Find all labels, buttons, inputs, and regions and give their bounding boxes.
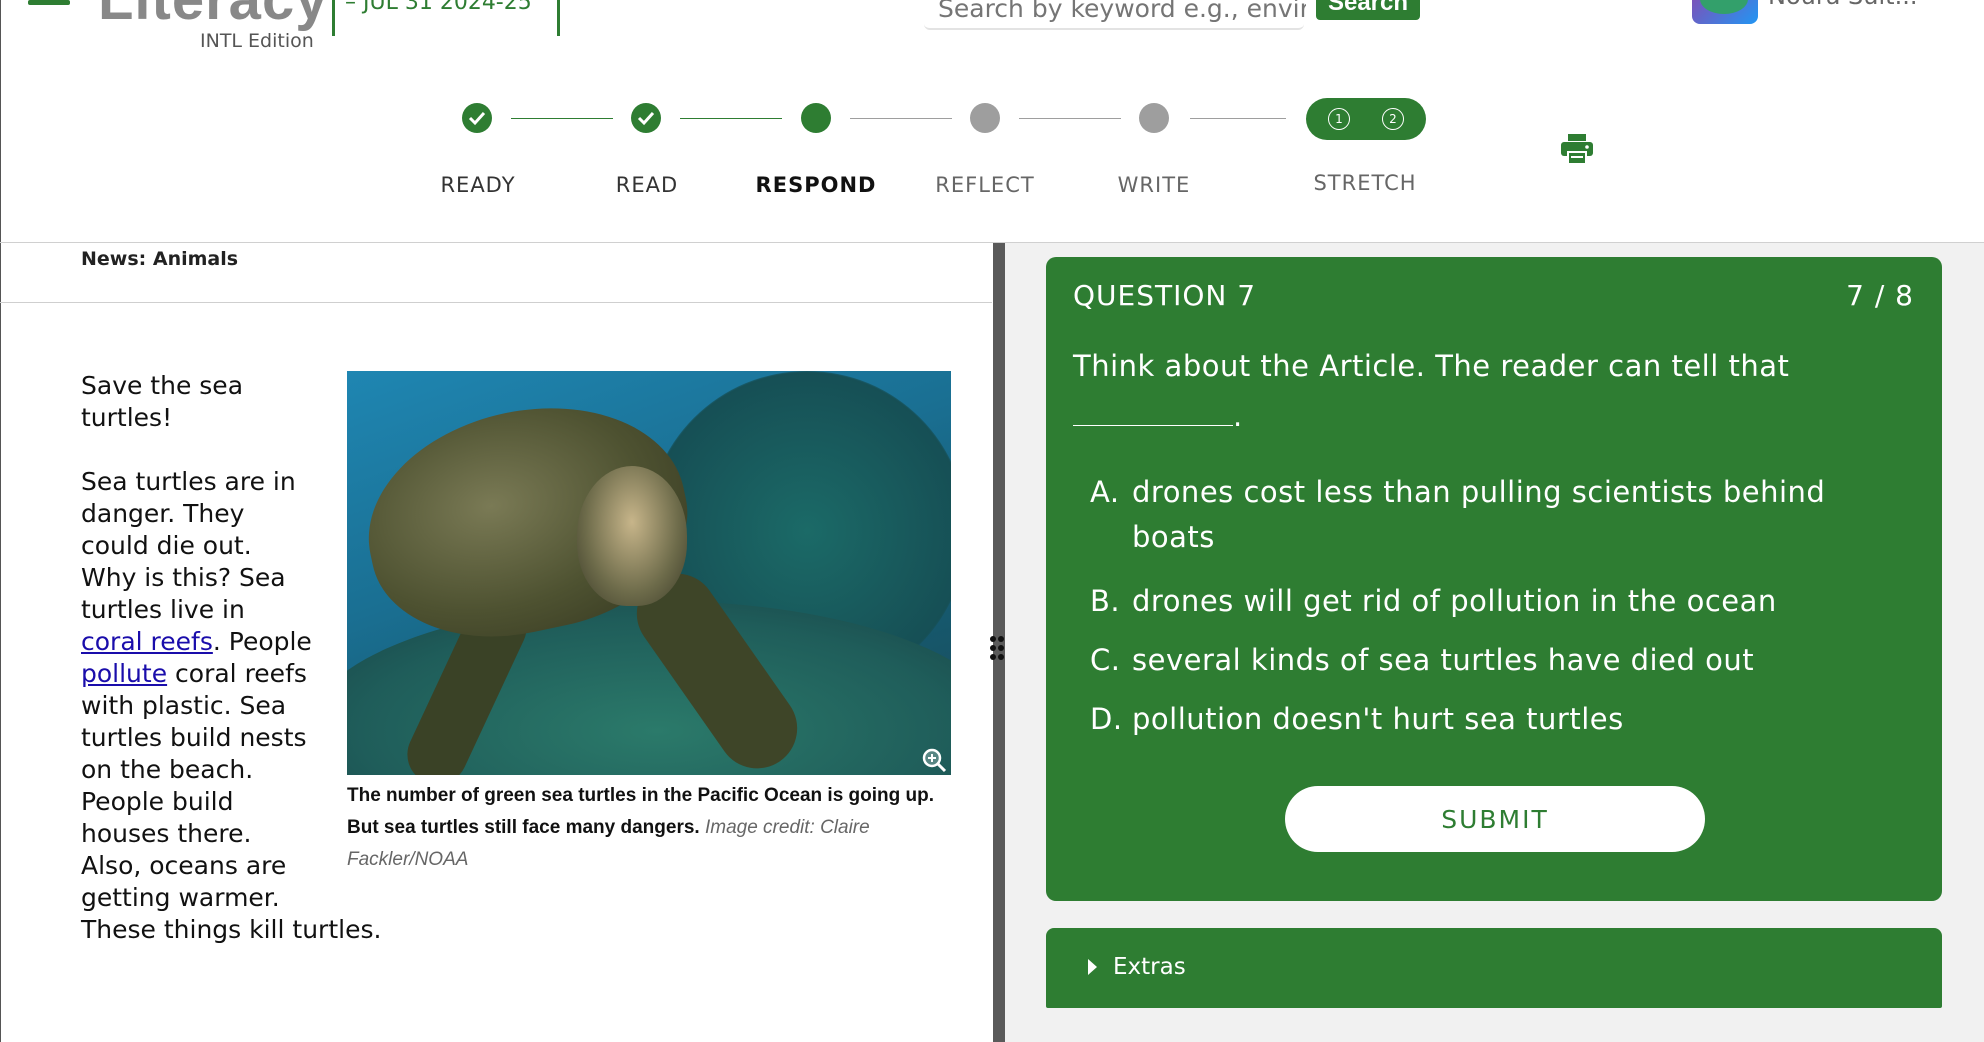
stretch-part-1[interactable]: 1 xyxy=(1328,108,1350,130)
search-button[interactable]: Search xyxy=(1316,0,1420,20)
article-photo-sea-turtle[interactable] xyxy=(347,371,951,775)
step-label-stretch[interactable]: STRETCH xyxy=(1313,171,1416,195)
answer-option-b[interactable]: B. drones will get rid of pollution in th… xyxy=(1090,579,1912,624)
article-line: danger. They xyxy=(81,499,245,528)
article-line: People build xyxy=(81,787,234,816)
stretch-part-2[interactable]: 2 xyxy=(1382,108,1404,130)
article-line: Sea turtles are in xyxy=(81,467,296,496)
answer-option-a[interactable]: A. drones cost less than pulling scientis… xyxy=(1090,470,1912,560)
logo[interactable]: Literacy xyxy=(98,0,328,33)
glossary-link-pollute[interactable]: pollute xyxy=(81,659,167,688)
option-letter: B. xyxy=(1090,584,1121,618)
article-line: Why is this? Sea xyxy=(81,563,286,592)
step-label-reflect[interactable]: REFLECT xyxy=(935,173,1034,197)
search-input[interactable] xyxy=(936,0,1308,24)
submit-button[interactable]: SUBMIT xyxy=(1285,786,1705,852)
photo-caption: The number of green sea turtles in the P… xyxy=(347,780,957,876)
article-line: could die out. xyxy=(81,531,252,560)
edition-date-box: – JUL 31 2024-25 xyxy=(332,0,560,36)
article-line: with plastic. Sea xyxy=(81,691,287,720)
option-text: drones will get rid of pollution in the … xyxy=(1132,584,1777,618)
step-connector xyxy=(850,118,952,119)
menu-icon[interactable] xyxy=(28,0,70,12)
question-title: QUESTION 7 xyxy=(1073,279,1257,312)
step-read-check-icon[interactable] xyxy=(631,103,661,133)
article-line: coral reefs. People xyxy=(81,626,331,658)
print-icon[interactable] xyxy=(1560,132,1594,166)
article-body: Save the sea turtles! Sea turtles are in… xyxy=(81,370,331,914)
option-text: drones cost less than pulling scientists… xyxy=(1132,475,1826,554)
option-letter: C. xyxy=(1090,643,1121,677)
step-connector xyxy=(680,118,782,119)
step-stretch-pill[interactable]: 1 2 xyxy=(1306,98,1426,140)
answer-option-d[interactable]: D. pollution doesn't hurt sea turtles xyxy=(1090,697,1912,742)
user-name[interactable]: Noura Sult... xyxy=(1768,0,1917,10)
prompt-text: Think about the Article. The reader can … xyxy=(1073,349,1790,383)
answer-option-c[interactable]: C. several kinds of sea turtles have died… xyxy=(1090,638,1912,683)
option-text: pollution doesn't hurt sea turtles xyxy=(1132,702,1624,736)
headline-line: Save the sea xyxy=(81,371,244,400)
step-write-dot[interactable] xyxy=(1139,103,1169,133)
step-connector xyxy=(1190,118,1286,119)
caret-right-icon xyxy=(1088,959,1097,975)
article-line: turtles live in xyxy=(81,595,245,624)
option-letter: A. xyxy=(1090,475,1120,509)
article-line: Also, oceans are xyxy=(81,851,287,880)
globe-icon xyxy=(1700,0,1748,14)
option-text: several kinds of sea turtles have died o… xyxy=(1132,643,1755,677)
step-reflect-dot[interactable] xyxy=(970,103,1000,133)
question-prompt: Think about the Article. The reader can … xyxy=(1073,341,1863,441)
zoom-in-icon[interactable] xyxy=(921,747,947,773)
category-divider xyxy=(0,302,992,303)
article-line: pollute coral reefs xyxy=(81,658,331,690)
step-label-read[interactable]: READ xyxy=(616,173,678,197)
article-line-fragment: coral reefs xyxy=(167,659,307,688)
step-connector xyxy=(511,118,613,119)
article-line: houses there. xyxy=(81,819,252,848)
step-ready-check-icon[interactable] xyxy=(462,103,492,133)
search-box xyxy=(924,0,1308,30)
article-category: News: Animals xyxy=(81,248,239,270)
article-line: on the beach. xyxy=(81,755,254,784)
edition-date: – JUL 31 2024-25 xyxy=(345,0,532,15)
headline-line: turtles! xyxy=(81,403,173,432)
article-line-fragment: . People xyxy=(212,627,312,656)
question-card: QUESTION 7 7 / 8 Think about the Article… xyxy=(1046,257,1942,901)
option-letter: D. xyxy=(1090,702,1123,736)
step-connector xyxy=(1019,118,1121,119)
extras-accordion[interactable]: Extras xyxy=(1046,928,1942,1008)
extras-label: Extras xyxy=(1113,954,1186,980)
edition-label: INTL Edition xyxy=(200,30,314,52)
chevron-down-icon[interactable]: ⌄ xyxy=(1950,0,1962,4)
avatar[interactable] xyxy=(1692,0,1758,24)
page-left-border xyxy=(0,0,1,1042)
article-line: turtles build nests xyxy=(81,723,307,752)
question-progress: 7 / 8 xyxy=(1846,279,1914,312)
step-respond-dot[interactable] xyxy=(801,103,831,133)
article-line: getting warmer. xyxy=(81,883,280,912)
answer-blank xyxy=(1073,401,1233,426)
step-label-write[interactable]: WRITE xyxy=(1118,173,1191,197)
glossary-link-coral-reefs[interactable]: coral reefs xyxy=(81,627,213,656)
article-line: These things kill turtles. xyxy=(81,915,382,944)
prompt-end: . xyxy=(1233,399,1243,433)
step-label-respond[interactable]: RESPOND xyxy=(756,173,877,197)
step-label-ready[interactable]: READY xyxy=(440,173,515,197)
